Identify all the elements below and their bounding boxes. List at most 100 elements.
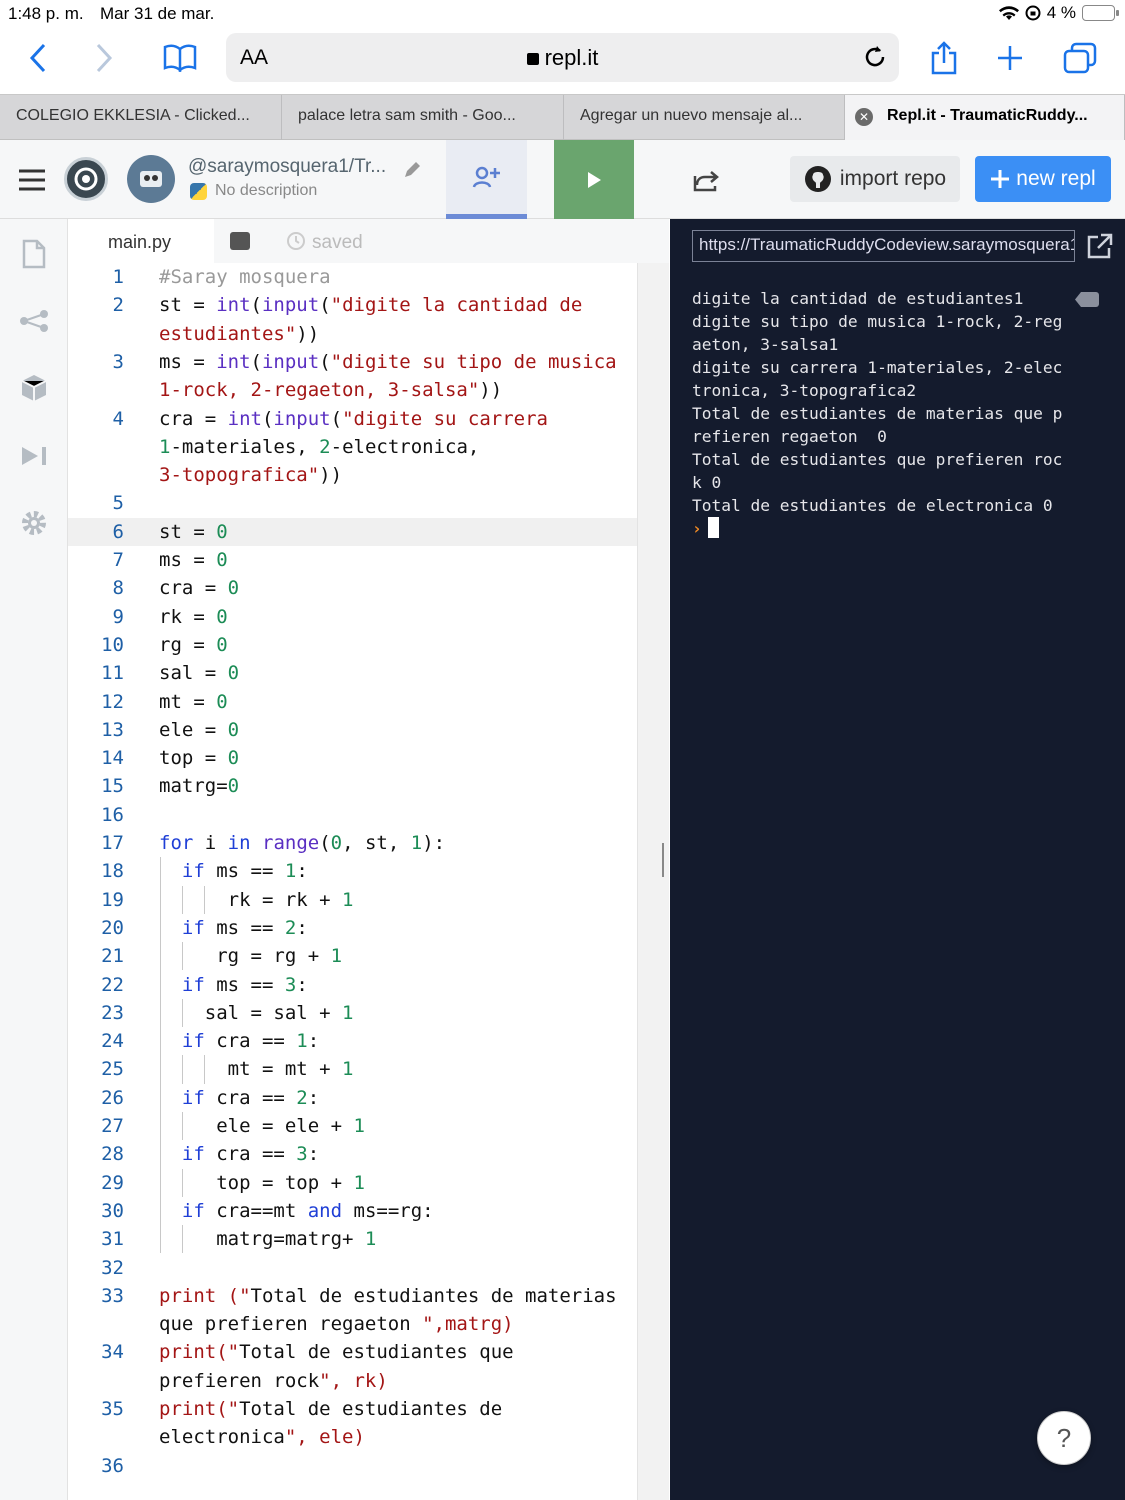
code-line[interactable]: que prefieren regaeton ",matrg) — [68, 1310, 637, 1338]
status-right: 4 % — [998, 3, 1119, 23]
code-line[interactable]: 23 sal = sal + 1 — [68, 999, 637, 1027]
code-line[interactable]: 1 #Saray mosquera — [68, 263, 637, 291]
code-line[interactable]: 31 matrg=matrg+ 1 — [68, 1225, 637, 1253]
reload-icon[interactable] — [861, 43, 889, 71]
code-text: mt = 0 — [159, 690, 228, 713]
code-line[interactable]: 15 matrg=0 — [68, 772, 637, 800]
code-line[interactable]: 10 rg = 0 — [68, 631, 637, 659]
code-text: rk = rk + 1 — [159, 888, 354, 911]
browser-tab-1[interactable]: COLEGIO EKKLESIA - Clicked... — [0, 95, 282, 140]
run-button[interactable] — [554, 140, 634, 219]
code-line[interactable]: 30 if cra==mt and ms==rg: — [68, 1197, 637, 1225]
code-line[interactable]: 18 if ms == 1: — [68, 857, 637, 885]
avatar[interactable] — [127, 155, 175, 203]
code-text: matrg=matrg+ 1 — [159, 1228, 377, 1251]
forward-button[interactable] — [86, 28, 122, 88]
code-line[interactable]: 9 rk = 0 — [68, 603, 637, 631]
browser-tab-2[interactable]: palace letra sam smith - Goo... — [282, 95, 564, 140]
code-line[interactable]: 8 cra = 0 — [68, 574, 637, 602]
code-line[interactable]: 19 rk = rk + 1 — [68, 886, 637, 914]
import-repo-button[interactable]: import repo — [790, 156, 960, 202]
code-line[interactable]: 7 ms = 0 — [68, 546, 637, 574]
code-line[interactable]: 13 ele = 0 — [68, 716, 637, 744]
pane-resize-handle[interactable] — [662, 843, 664, 877]
code-line[interactable]: 29 top = top + 1 — [68, 1169, 637, 1197]
version-control-icon[interactable] — [17, 304, 51, 338]
help-button[interactable]: ? — [1037, 1411, 1091, 1465]
code-line[interactable]: 35 print("Total de estudiantes de — [68, 1395, 637, 1423]
code-text: cra = int(input("digite su carrera — [159, 407, 548, 430]
code-line[interactable]: 16 — [68, 801, 637, 829]
invite-button[interactable] — [446, 140, 527, 219]
repl-description[interactable]: No description — [215, 182, 317, 200]
settings-gear-icon[interactable] — [17, 506, 51, 540]
line-number: 25 — [101, 1058, 124, 1081]
code-line[interactable]: 5 — [68, 489, 637, 517]
line-number: 18 — [101, 860, 124, 883]
indent-guide — [182, 1055, 183, 1084]
console-output[interactable]: digite la cantidad de estudiantes1 digite… — [692, 287, 1112, 540]
repl-owner-name[interactable]: @saraymosquera1/Tr... — [188, 156, 386, 178]
new-tab-button[interactable] — [992, 28, 1028, 88]
code-line[interactable]: 28 if cra == 3: — [68, 1140, 637, 1168]
code-text: print("Total de estudiantes de — [159, 1398, 503, 1420]
files-icon[interactable] — [17, 237, 51, 271]
code-line[interactable]: 36 — [68, 1452, 637, 1480]
code-line[interactable]: 20 if ms == 2: — [68, 914, 637, 942]
close-tab-icon[interactable]: ✕ — [855, 108, 873, 126]
file-tab-main[interactable]: main.py — [68, 219, 214, 263]
code-line[interactable]: 26 if cra == 2: — [68, 1084, 637, 1112]
pencil-icon[interactable] — [402, 160, 422, 180]
code-line[interactable]: 11 sal = 0 — [68, 659, 637, 687]
code-text: que prefieren regaeton ",matrg) — [159, 1313, 514, 1336]
open-external-icon[interactable] — [1086, 232, 1114, 260]
code-text: if ms == 2: — [181, 916, 308, 939]
code-line[interactable]: 27 ele = ele + 1 — [68, 1112, 637, 1140]
code-line[interactable]: 17 for i in range(0, st, 1): — [68, 829, 637, 857]
code-line[interactable]: prefieren rock", rk) — [68, 1367, 637, 1395]
indent-guide — [182, 942, 183, 971]
address-bar[interactable]: AA repl.it — [226, 33, 899, 82]
code-line[interactable]: 12 mt = 0 — [68, 688, 637, 716]
back-button[interactable] — [20, 28, 56, 88]
code-line[interactable]: 14 top = 0 — [68, 744, 637, 772]
code-line[interactable]: 32 — [68, 1254, 637, 1282]
share-arrow-icon — [693, 170, 719, 191]
code-line[interactable]: 4 cra = int(input("digite su carrera — [68, 405, 637, 433]
packages-icon[interactable] — [17, 371, 51, 405]
browser-tab-3[interactable]: Agregar un nuevo mensaje al... — [564, 95, 845, 140]
format-icon[interactable] — [230, 232, 250, 250]
editor-scrollbar[interactable] — [637, 263, 669, 1500]
code-area[interactable]: 1 #Saray mosquera 2 st = int(input("digite … — [68, 263, 637, 1500]
code-line[interactable]: 3 ms = int(input("digite su tipo de music… — [68, 348, 637, 376]
code-line[interactable]: 1-rock, 2-regaeton, 3-salsa")) — [68, 376, 637, 404]
debugger-icon[interactable] — [17, 439, 51, 473]
bookmarks-button[interactable] — [158, 28, 202, 88]
share-repl-button[interactable] — [669, 140, 741, 219]
code-line[interactable]: 33 print ("Total de estudiantes de materi… — [68, 1282, 637, 1310]
browser-tab-4[interactable]: ✕ Repl.it - TraumaticRuddy... — [845, 95, 1125, 140]
line-number: 26 — [101, 1086, 124, 1109]
console-prompt[interactable]: › — [692, 517, 1112, 540]
code-line[interactable]: 3-topografica")) — [68, 461, 637, 489]
code-line[interactable]: 25 mt = mt + 1 — [68, 1055, 637, 1083]
console-line: digite la cantidad de estudiantes1 — [692, 289, 1024, 308]
code-text: print("Total de estudiantes que — [159, 1341, 514, 1364]
menu-button[interactable] — [14, 162, 50, 198]
code-line[interactable]: 2 st = int(input("digite la cantidad de — [68, 291, 637, 319]
code-line[interactable]: estudiantes")) — [68, 320, 637, 348]
tabs-button[interactable] — [1060, 28, 1100, 88]
code-line[interactable]: electronica", ele) — [68, 1423, 637, 1451]
console-line: k 0 — [692, 473, 722, 492]
code-line[interactable]: 34 print("Total de estudiantes que — [68, 1338, 637, 1366]
webview-url[interactable]: https://TraumaticRuddyCodeview.saraymosq… — [692, 230, 1075, 262]
code-line[interactable]: 22 if ms == 3: — [68, 971, 637, 999]
code-line[interactable]: 1-materiales, 2-electronica, — [68, 433, 637, 461]
code-line[interactable]: 21 rg = rg + 1 — [68, 942, 637, 970]
code-line[interactable]: 24 if cra == 1: — [68, 1027, 637, 1055]
replit-logo-icon[interactable] — [64, 157, 108, 201]
share-button[interactable] — [926, 28, 962, 88]
line-number: 2 — [112, 294, 124, 317]
new-repl-button[interactable]: new repl — [975, 156, 1111, 202]
code-line[interactable]: 6 st = 0 — [68, 517, 637, 546]
